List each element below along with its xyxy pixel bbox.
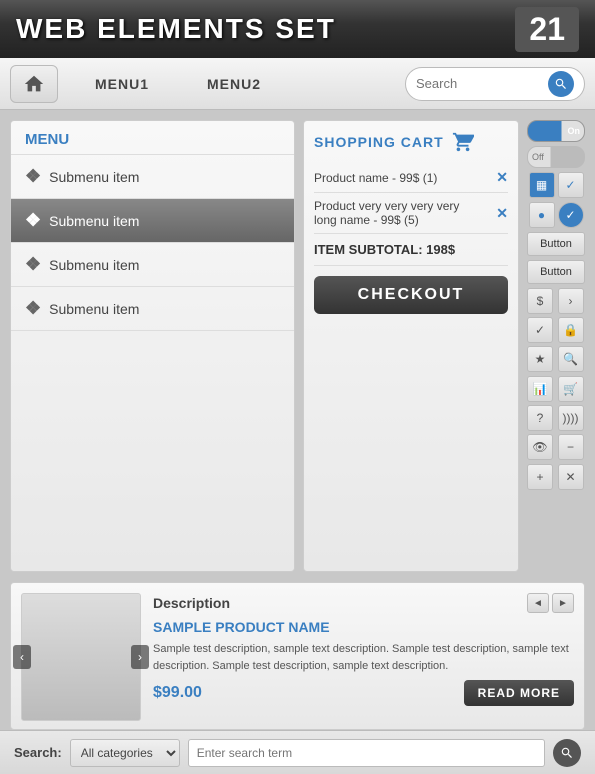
cart-item-name-2: Product very very very verylong name - 9… xyxy=(314,199,459,227)
home-icon xyxy=(23,73,45,95)
nav-search-wrap xyxy=(405,67,585,101)
star-icon[interactable]: ★ xyxy=(527,346,553,372)
cart-item-row-1: Product name - 99$ (1) ✕ xyxy=(314,163,508,193)
cart-panel: SHOPPING CART Product name - 99$ (1) ✕ P… xyxy=(303,120,519,572)
cart-subtotal: ITEM SUBTOTAL: 198$ xyxy=(314,234,508,266)
navbar: MENU1 MENU2 xyxy=(0,58,595,110)
chevron-right-icon[interactable]: › xyxy=(558,288,584,314)
product-prev-button[interactable]: ‹ xyxy=(13,645,31,669)
product-arrows: ◄ ► xyxy=(527,593,574,613)
icon-check-blue[interactable]: ✓ xyxy=(558,172,584,198)
checkout-button[interactable]: CHECKOUT xyxy=(314,276,508,314)
plus-icon[interactable]: + xyxy=(527,464,553,490)
product-desc-label: Description xyxy=(153,595,230,611)
chart-icon[interactable]: 📊 xyxy=(527,376,553,402)
read-more-button[interactable]: READ MORE xyxy=(464,680,574,706)
rss-icon[interactable]: )))) xyxy=(558,405,584,431)
search-bar: Search: All categories xyxy=(0,730,595,774)
product-text: Sample test description, sample text des… xyxy=(153,641,574,674)
toggle-off-label: Off xyxy=(532,152,544,162)
menu-item-2[interactable]: ❖ Submenu item xyxy=(11,199,294,243)
toggle-off[interactable]: Off xyxy=(527,146,585,168)
sidebar-icon-grid-2: 📊 🛒 ? )))) 👁 − xyxy=(527,376,585,460)
cart-title: SHOPPING CART xyxy=(314,134,444,150)
icon-circle-check[interactable]: ✓ xyxy=(558,202,584,228)
cart-item-remove-2[interactable]: ✕ xyxy=(496,205,508,222)
question-icon[interactable]: ? xyxy=(527,405,553,431)
nav-menu2[interactable]: MENU2 xyxy=(178,65,290,103)
menu-item-1[interactable]: ❖ Submenu item xyxy=(11,155,294,199)
menu-bullet-2: ❖ xyxy=(25,210,41,231)
cart-icon xyxy=(452,131,474,153)
magnify-icon[interactable]: 🔍 xyxy=(558,346,584,372)
product-image: ‹ › xyxy=(21,593,141,721)
menu-bullet-3: ❖ xyxy=(25,254,41,275)
sidebar-button-2[interactable]: Button xyxy=(527,260,585,284)
search-go-button[interactable] xyxy=(553,739,581,767)
product-name: SAMPLE PRODUCT NAME xyxy=(153,619,574,635)
product-info-header: Description ◄ ► xyxy=(153,593,574,613)
cart-header: SHOPPING CART xyxy=(314,131,508,153)
header-title: WEB ELEMENTS SET xyxy=(16,13,336,45)
minus-icon[interactable]: − xyxy=(558,434,584,460)
product-info: Description ◄ ► SAMPLE PRODUCT NAME Samp… xyxy=(153,593,574,719)
search-text-input[interactable] xyxy=(188,739,545,767)
menu-item-label-2: Submenu item xyxy=(49,213,139,229)
product-section: ‹ › Description ◄ ► SAMPLE PRODUCT NAME … xyxy=(10,582,585,730)
toggle-on[interactable]: On xyxy=(527,120,585,142)
nav-search-button[interactable] xyxy=(548,71,574,97)
menu-panel: MENU ❖ Submenu item ❖ Submenu item ❖ Sub… xyxy=(10,120,295,572)
cart-small-icon[interactable]: 🛒 xyxy=(558,376,584,402)
icon-row-2: ● ✓ xyxy=(527,202,585,228)
menu-item-label-1: Submenu item xyxy=(49,169,139,185)
menu-item-4[interactable]: ❖ Submenu item xyxy=(11,287,294,331)
menu-title: MENU xyxy=(11,121,294,155)
header-number: 21 xyxy=(515,7,579,52)
main-content: MENU ❖ Submenu item ❖ Submenu item ❖ Sub… xyxy=(0,110,595,582)
menu-bullet-1: ❖ xyxy=(25,166,41,187)
product-arrow-left[interactable]: ◄ xyxy=(527,593,549,613)
cart-item-remove-1[interactable]: ✕ xyxy=(496,169,508,186)
menu-item-label-3: Submenu item xyxy=(49,257,139,273)
sidebar-icon-grid-1: $ › ✓ 🔒 ★ 🔍 xyxy=(527,288,585,372)
ui-sidebar: On Off ▦ ✓ ● ✓ Button Button $ › ✓ 🔒 ★ 🔍… xyxy=(527,120,585,572)
icon-circle[interactable]: ● xyxy=(529,202,555,228)
nav-search-input[interactable] xyxy=(416,76,544,91)
cart-item-row-2: Product very very very verylong name - 9… xyxy=(314,193,508,234)
home-button[interactable] xyxy=(10,65,58,103)
icon-squares[interactable]: ▦ xyxy=(529,172,555,198)
eye-icon[interactable]: 👁 xyxy=(527,434,553,460)
checkmark-icon[interactable]: ✓ xyxy=(527,317,553,343)
icon-row-1: ▦ ✓ xyxy=(527,172,585,198)
dollar-icon[interactable]: $ xyxy=(527,288,553,314)
product-price: $99.00 xyxy=(153,684,202,702)
search-go-icon xyxy=(560,746,574,760)
search-icon xyxy=(554,77,568,91)
product-next-button[interactable]: › xyxy=(131,645,149,669)
close-icon[interactable]: ✕ xyxy=(558,464,584,490)
sidebar-button-1[interactable]: Button xyxy=(527,232,585,256)
menu-bullet-4: ❖ xyxy=(25,298,41,319)
nav-menu1[interactable]: MENU1 xyxy=(66,65,178,103)
product-arrow-right[interactable]: ► xyxy=(552,593,574,613)
search-category-select[interactable]: All categories xyxy=(70,739,180,767)
cart-item-name-1: Product name - 99$ (1) xyxy=(314,171,437,185)
sidebar-icon-grid-3: + ✕ xyxy=(527,464,585,490)
search-label: Search: xyxy=(14,745,62,760)
lock-icon[interactable]: 🔒 xyxy=(558,317,584,343)
toggle-on-label: On xyxy=(568,126,581,136)
header: WEB ELEMENTS SET 21 xyxy=(0,0,595,58)
menu-item-3[interactable]: ❖ Submenu item xyxy=(11,243,294,287)
menu-item-label-4: Submenu item xyxy=(49,301,139,317)
